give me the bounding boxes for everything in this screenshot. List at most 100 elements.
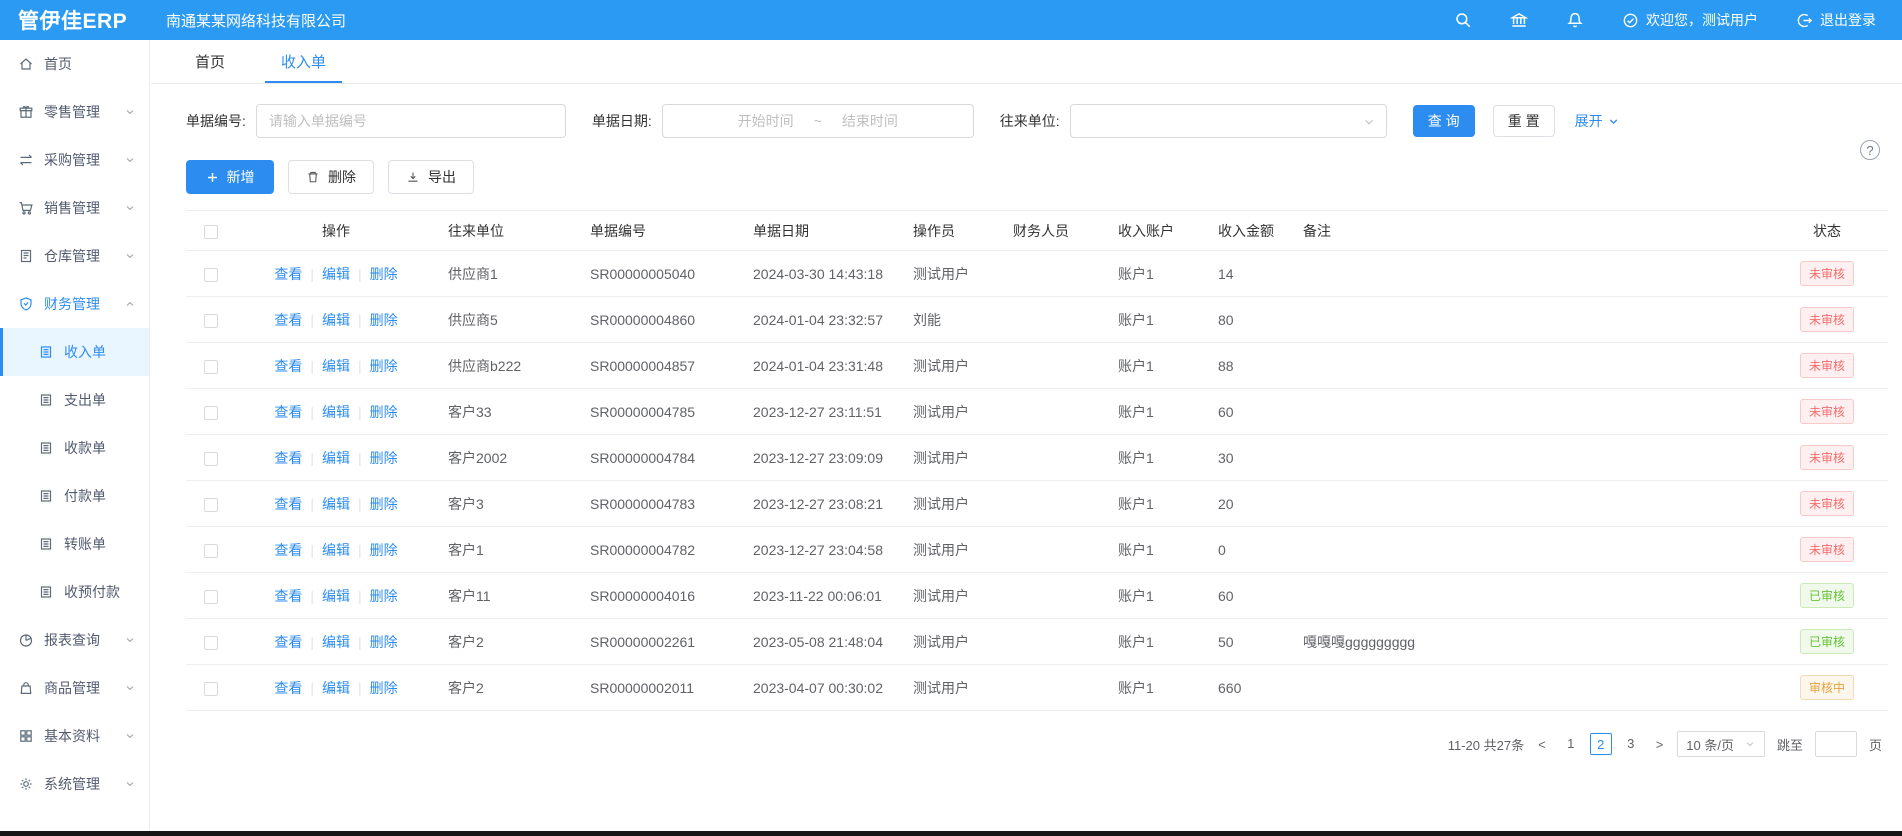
edit-link[interactable]: 编辑 — [322, 404, 350, 420]
sidebar-item-4[interactable]: 仓库管理 — [0, 232, 149, 280]
sidebar-item-7[interactable]: 支出单 — [0, 376, 149, 424]
sidebar-item-14[interactable]: 基本资料 — [0, 712, 149, 760]
delete-link[interactable]: 删除 — [370, 358, 398, 374]
edit-link[interactable]: 编辑 — [322, 312, 350, 328]
search-button[interactable]: 查 询 — [1413, 105, 1475, 137]
row-checkbox[interactable] — [204, 406, 218, 420]
user-welcome[interactable]: 欢迎您，测试用户 — [1622, 10, 1758, 30]
row-checkbox[interactable] — [204, 682, 218, 696]
expand-link[interactable]: 展开 — [1575, 111, 1620, 131]
row-checkbox[interactable] — [204, 498, 218, 512]
edit-link[interactable]: 编辑 — [322, 496, 350, 512]
view-link[interactable]: 查看 — [274, 542, 302, 558]
row-checkbox[interactable] — [204, 544, 218, 558]
sidebar-item-11[interactable]: 收预付款 — [0, 568, 149, 616]
logout-button[interactable]: 退出登录 — [1796, 10, 1876, 30]
delete-link[interactable]: 删除 — [370, 588, 398, 604]
view-link[interactable]: 查看 — [274, 588, 302, 604]
view-link[interactable]: 查看 — [274, 358, 302, 374]
delete-link[interactable]: 删除 — [370, 496, 398, 512]
delete-link[interactable]: 删除 — [370, 266, 398, 282]
page-button-3[interactable]: 3 — [1620, 733, 1642, 755]
sidebar-item-1[interactable]: 零售管理 — [0, 88, 149, 136]
row-checkbox[interactable] — [204, 590, 218, 604]
partner-select[interactable] — [1070, 104, 1387, 138]
topbar: 管伊佳ERP 南通某某网络科技有限公司 欢迎您，测试用户 退出登录 — [0, 0, 1902, 40]
welcome-text: 欢迎您，测试用户 — [1646, 10, 1758, 30]
delete-link[interactable]: 删除 — [370, 450, 398, 466]
view-link[interactable]: 查看 — [274, 266, 302, 282]
view-link[interactable]: 查看 — [274, 680, 302, 696]
delete-button-label: 删除 — [328, 167, 356, 187]
delete-button[interactable]: 删除 — [288, 160, 374, 194]
sidebar-item-10[interactable]: 转账单 — [0, 520, 149, 568]
sidebar-item-2[interactable]: 采购管理 — [0, 136, 149, 184]
bill-no-input[interactable] — [256, 104, 566, 138]
help-icon[interactable]: ? — [1860, 140, 1880, 160]
sidebar-item-9[interactable]: 付款单 — [0, 472, 149, 520]
sidebar-item-label: 收预付款 — [64, 582, 149, 602]
jump-page-input[interactable] — [1815, 731, 1857, 757]
search-icon[interactable] — [1454, 11, 1472, 29]
sidebar-item-5[interactable]: 财务管理 — [0, 280, 149, 328]
view-link[interactable]: 查看 — [274, 450, 302, 466]
sidebar-item-0[interactable]: 首页 — [0, 40, 149, 88]
view-link[interactable]: 查看 — [274, 404, 302, 420]
amount-cell: 60 — [1206, 573, 1291, 619]
row-checkbox[interactable] — [204, 360, 218, 374]
account-cell: 账户1 — [1106, 343, 1206, 389]
delete-link[interactable]: 删除 — [370, 312, 398, 328]
edit-link[interactable]: 编辑 — [322, 266, 350, 282]
date-cell: 2023-12-27 23:04:58 — [741, 527, 901, 573]
view-link[interactable]: 查看 — [274, 312, 302, 328]
date-cell: 2023-12-27 23:11:51 — [741, 389, 901, 435]
page-button-1[interactable]: 1 — [1560, 733, 1582, 755]
edit-link[interactable]: 编辑 — [322, 588, 350, 604]
delete-link[interactable]: 删除 — [370, 404, 398, 420]
delete-link[interactable]: 删除 — [370, 680, 398, 696]
delete-link[interactable]: 删除 — [370, 634, 398, 650]
row-checkbox[interactable] — [204, 314, 218, 328]
sidebar-item-13[interactable]: 商品管理 — [0, 664, 149, 712]
bell-icon[interactable] — [1566, 11, 1584, 29]
tab-1[interactable]: 收入单 — [279, 40, 328, 83]
remark-cell: 嘎嘎嘎ggggggggg — [1291, 619, 1766, 665]
partner-cell: 供应商1 — [436, 251, 578, 297]
chevron-down-icon — [1362, 115, 1376, 129]
status-badge: 未审核 — [1800, 537, 1854, 562]
view-link[interactable]: 查看 — [274, 496, 302, 512]
page-size-select[interactable]: 10 条/页 — [1677, 731, 1765, 757]
bank-icon[interactable] — [1510, 11, 1528, 29]
sidebar-item-6[interactable]: 收入单 — [0, 328, 149, 376]
sidebar-item-8[interactable]: 收款单 — [0, 424, 149, 472]
edit-link[interactable]: 编辑 — [322, 358, 350, 374]
edit-link[interactable]: 编辑 — [322, 634, 350, 650]
row-checkbox[interactable] — [204, 636, 218, 650]
tab-0[interactable]: 首页 — [193, 40, 227, 83]
reset-button[interactable]: 重 置 — [1493, 105, 1555, 137]
add-button[interactable]: 新增 — [186, 160, 274, 194]
main-area: 首页收入单 单据编号: 单据日期: 开始时间 ~ 结束时间 往来单位: 查 询 … — [151, 40, 1902, 831]
sidebar-item-12[interactable]: 报表查询 — [0, 616, 149, 664]
edit-link[interactable]: 编辑 — [322, 542, 350, 558]
date-range-input[interactable]: 开始时间 ~ 结束时间 — [662, 104, 974, 138]
amount-cell: 30 — [1206, 435, 1291, 481]
page-button-2[interactable]: 2 — [1590, 733, 1612, 755]
sidebar-item-3[interactable]: 销售管理 — [0, 184, 149, 232]
edit-link[interactable]: 编辑 — [322, 450, 350, 466]
account-cell: 账户1 — [1106, 435, 1206, 481]
row-checkbox[interactable] — [204, 452, 218, 466]
table-row: 查看|编辑|删除客户33SR000000047852023-12-27 23:1… — [186, 389, 1888, 435]
next-page-button[interactable]: > — [1654, 737, 1666, 752]
chevron-down-icon — [124, 730, 136, 742]
edit-link[interactable]: 编辑 — [322, 680, 350, 696]
delete-link[interactable]: 删除 — [370, 542, 398, 558]
sidebar-item-15[interactable]: 系统管理 — [0, 760, 149, 808]
prev-page-button[interactable]: < — [1536, 737, 1548, 752]
export-button[interactable]: 导出 — [388, 160, 474, 194]
row-checkbox[interactable] — [204, 268, 218, 282]
select-all-checkbox[interactable] — [204, 225, 218, 239]
status-badge: 已审核 — [1800, 629, 1854, 654]
trash-icon — [306, 170, 320, 184]
view-link[interactable]: 查看 — [274, 634, 302, 650]
